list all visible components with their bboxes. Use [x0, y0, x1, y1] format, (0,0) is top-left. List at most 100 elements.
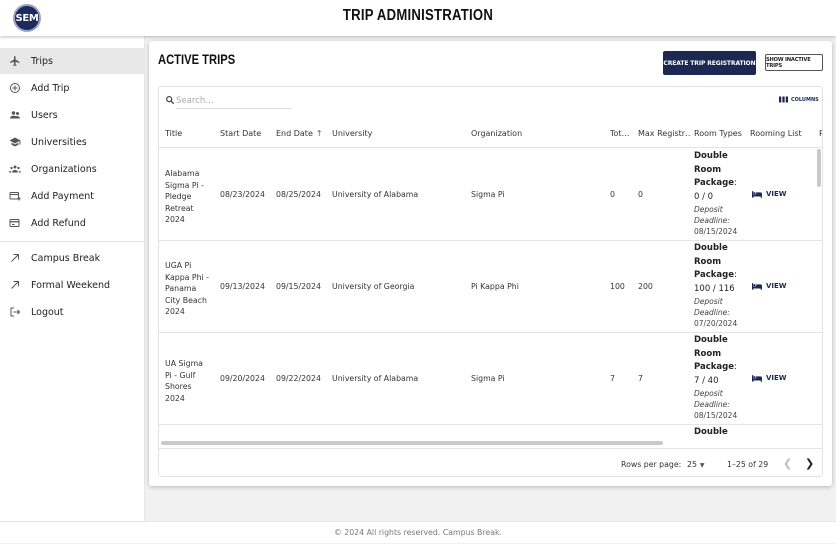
cell-total: 100 [610, 282, 625, 291]
sidebar-item-label: Add Payment [31, 190, 95, 202]
rooming-list-view-button[interactable]: VIEW [752, 282, 787, 290]
cell-university: University of Alabama [332, 374, 419, 383]
column-header-title[interactable]: Title [165, 129, 182, 138]
airplane-icon [10, 56, 20, 66]
deposit-label: Deposit Deadline: [694, 205, 730, 225]
sidebar: Trips Add Trip Users Universities Organi… [0, 36, 145, 521]
column-header-room-types[interactable]: Room Types [694, 129, 742, 138]
sidebar-item-campus-break[interactable]: Campus Break [0, 245, 145, 271]
sidebar-item-label: Campus Break [31, 252, 101, 264]
column-header-max-registrations[interactable]: Max Registr… [638, 129, 690, 138]
cell-total: 7 [610, 374, 615, 383]
pagination-range: 1–25 of 29 [727, 460, 769, 469]
room-type-name: Double Room Package [694, 243, 735, 280]
deposit-label: Deposit Deadline: [694, 389, 730, 409]
cell-start-date: 09/13/2024 [220, 282, 265, 291]
deposit-date: 08/15/2024 [694, 227, 738, 236]
sidebar-item-add-payment[interactable]: Add Payment [0, 183, 145, 209]
deposit-date: 07/20/2024 [694, 319, 738, 328]
cell-organization: Sigma Pi [471, 190, 505, 199]
sidebar-item-universities[interactable]: Universities [0, 129, 145, 155]
school-icon [9, 137, 21, 147]
sem-logo[interactable]: SEM [13, 4, 41, 32]
sidebar-item-label: Organizations [31, 163, 97, 175]
column-header-organization[interactable]: Organization [471, 129, 522, 138]
sidebar-item-logout[interactable]: Logout [0, 299, 145, 325]
sidebar-item-formal-weekend[interactable]: Formal Weekend [0, 272, 145, 298]
groups-icon [9, 165, 21, 173]
cell-room-types: Double Room Package: 7 / 40 Deposit Dead… [694, 334, 742, 421]
cell-room-types: Double [694, 426, 742, 440]
cell-start-date: 08/23/2024 [220, 190, 265, 199]
cell-university: University of Alabama [332, 190, 419, 199]
cell-university: University of Georgia [332, 282, 415, 291]
column-header-rooming-list[interactable]: Rooming List [750, 129, 802, 138]
top-header: SEM TRIP ADMINISTRATION [0, 0, 836, 36]
add-circle-icon [10, 83, 20, 93]
column-header-label: End Date [276, 129, 313, 138]
room-type-name: Double Room Package [694, 151, 735, 188]
rows-per-page-select[interactable]: 25 ▼ [687, 460, 705, 469]
page-footer: © 2024 All rights reserved. Campus Break… [0, 521, 836, 543]
people-icon [10, 111, 20, 119]
next-page-button[interactable]: ❯ [805, 457, 814, 470]
column-header-start-date[interactable]: Start Date [220, 129, 261, 138]
sidebar-item-label: Users [31, 109, 58, 121]
rooming-list-view-button[interactable]: VIEW [752, 374, 787, 382]
sort-ascending-icon: ↑ [315, 129, 323, 138]
sidebar-item-label: Trips [31, 55, 53, 67]
columns-label: COLUMNS [791, 96, 819, 103]
sidebar-item-trips[interactable]: Trips [0, 48, 145, 74]
sidebar-item-add-trip[interactable]: Add Trip [0, 75, 145, 101]
view-label: VIEW [766, 374, 787, 382]
bed-icon [752, 283, 762, 290]
room-type-name: Double [694, 427, 728, 437]
sidebar-item-add-refund[interactable]: Add Refund [0, 210, 145, 236]
sidebar-item-label: Logout [31, 306, 64, 318]
sidebar-item-label: Universities [31, 136, 87, 148]
search-input[interactable] [176, 94, 292, 109]
vertical-scrollbar[interactable] [817, 149, 821, 187]
column-header-total[interactable]: Tot… [610, 129, 632, 138]
add-card-icon [9, 192, 21, 201]
rows-per-page-value: 25 [687, 460, 697, 469]
refund-icon [9, 219, 20, 227]
cell-title: UA Sigma Pi - Gulf Shores 2024 [165, 359, 203, 403]
column-header-university[interactable]: University [332, 129, 372, 138]
logout-icon [10, 307, 21, 317]
table-row[interactable]: Alabama Sigma Pi - Pledge Retreat 2024 0… [159, 149, 822, 241]
cell-max-registrations: 7 [638, 374, 643, 383]
sidebar-item-organizations[interactable]: Organizations [0, 156, 145, 182]
horizontal-scrollbar[interactable] [161, 441, 663, 445]
section-title: ACTIVE TRIPS [158, 51, 236, 67]
sidebar-item-label: Add Trip [31, 82, 70, 94]
column-header-end-date[interactable]: End Date ↑ [276, 129, 323, 138]
sidebar-item-label: Add Refund [31, 217, 86, 229]
show-inactive-trips-button[interactable]: SHOW INACTIVE TRIPS [765, 54, 823, 71]
cell-organization: Sigma Pi [471, 374, 505, 383]
external-link-icon [11, 254, 19, 262]
cell-end-date: 09/15/2024 [276, 282, 321, 291]
sidebar-item-users[interactable]: Users [0, 102, 145, 128]
page-title: TRIP ADMINISTRATION [342, 7, 494, 24]
columns-icon [779, 96, 788, 103]
room-count: 7 / 40 [694, 375, 719, 386]
room-type-name: Double Room Package [694, 335, 735, 372]
table-toolbar: COLUMNS [159, 87, 822, 115]
cell-start-date: 09/20/2024 [220, 374, 265, 383]
previous-page-button[interactable]: ❮ [783, 457, 792, 470]
bed-icon [752, 375, 762, 382]
column-header-truncated[interactable]: R [819, 129, 822, 138]
create-trip-registration-button[interactable]: CREATE TRIP REGISTRATION [663, 51, 756, 75]
table-row[interactable]: UGA Pi Kappa Phi - Panama City Beach 202… [159, 241, 822, 333]
room-count: 100 / 116 [694, 283, 735, 294]
bed-icon [752, 191, 762, 198]
cell-room-types: Double Room Package: 0 / 0 Deposit Deadl… [694, 150, 742, 237]
cell-max-registrations: 0 [638, 190, 643, 199]
sidebar-item-label: Formal Weekend [31, 279, 110, 291]
rooming-list-view-button[interactable]: VIEW [752, 190, 787, 198]
cell-max-registrations: 200 [638, 282, 653, 291]
table-row[interactable]: UA Sigma Pi - Gulf Shores 2024 09/20/202… [159, 333, 822, 425]
columns-button[interactable]: COLUMNS [779, 96, 819, 103]
cell-end-date: 09/22/2024 [276, 374, 321, 383]
